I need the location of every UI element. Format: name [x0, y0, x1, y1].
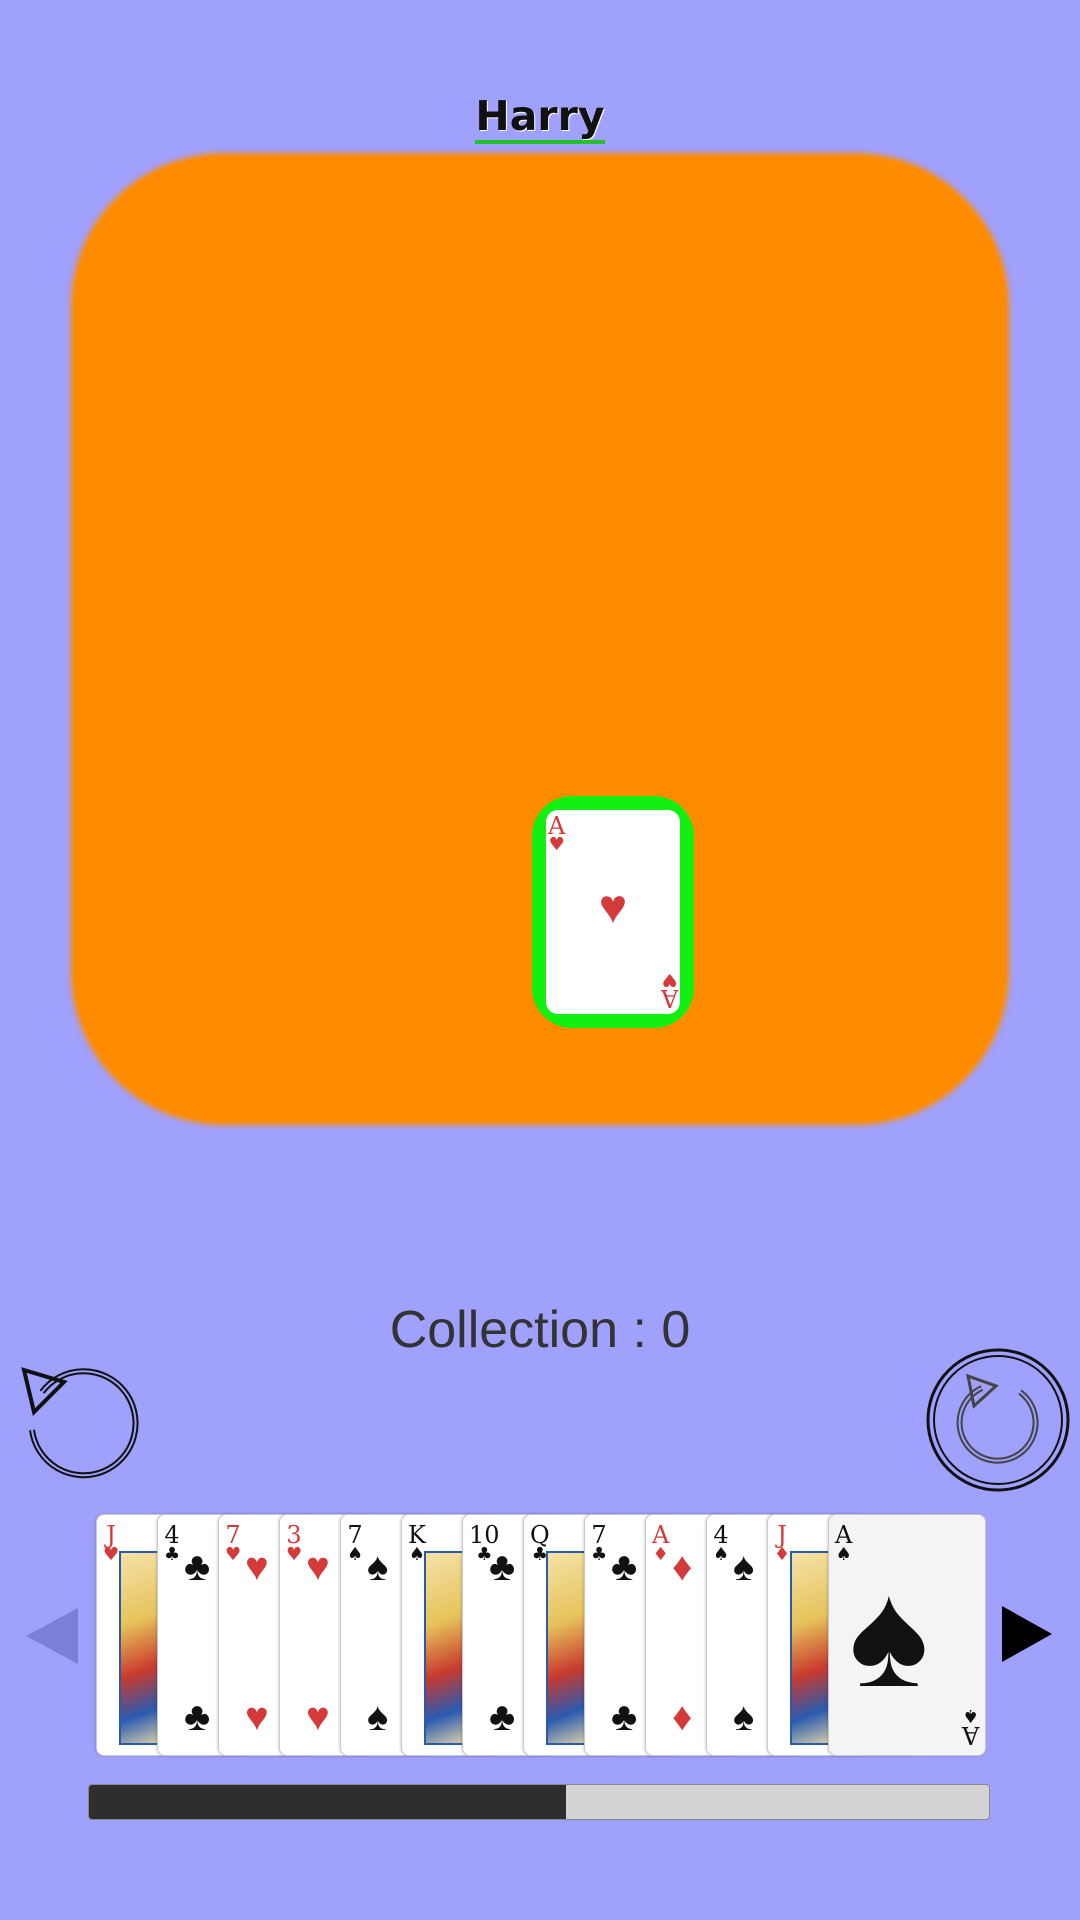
card-index: J ♦	[774, 1521, 791, 1565]
played-card-corner-top: A ♥	[548, 812, 566, 855]
suit-pip-icon: ♥	[306, 1695, 330, 1739]
card-index: 7 ♥	[225, 1521, 242, 1565]
hand-scrollbar[interactable]	[88, 1784, 990, 1820]
suit-pip-icon: ♠	[367, 1545, 389, 1589]
suit-pip-icon: ♣	[184, 1695, 211, 1739]
game-table: A ♥ ♥ A ♥	[74, 156, 1006, 1122]
suit-pip-icon: ♣	[489, 1545, 516, 1589]
suit-pip-icon: ♥	[306, 1545, 330, 1589]
redo-button[interactable]	[924, 1346, 1072, 1494]
played-card[interactable]: A ♥ ♥ A ♥	[532, 796, 694, 1028]
suit-pip-icon: ♠	[367, 1695, 389, 1739]
scroll-left-arrow-icon[interactable]	[26, 1608, 78, 1664]
card-index: 4 ♠	[713, 1521, 730, 1565]
played-card-face: A ♥ ♥ A ♥	[546, 810, 680, 1014]
card-index: 4 ♣	[164, 1521, 181, 1565]
card-index: 3 ♥	[286, 1521, 303, 1565]
card-index: 7 ♣	[591, 1521, 608, 1565]
card-index: A ♦	[652, 1521, 670, 1565]
scroll-right-arrow-icon[interactable]	[1002, 1606, 1052, 1662]
spade-pip-icon: ♠	[849, 1550, 929, 1718]
suit-pip-icon: ♦	[672, 1545, 693, 1589]
undo-button[interactable]	[18, 1352, 146, 1480]
suit-pip-icon: ♣	[611, 1545, 638, 1589]
hand-card[interactable]: A ♠ ♠ A ♠	[828, 1514, 986, 1756]
suit-pip-icon: ♠	[733, 1545, 755, 1589]
redo-icon	[926, 1348, 1070, 1492]
collection-counter: Collection : 0	[389, 1301, 691, 1359]
suit-pip-icon: ♣	[184, 1545, 211, 1589]
card-index: J ♥	[103, 1521, 120, 1565]
undo-icon	[21, 1367, 139, 1479]
suit-pip-icon: ♦	[672, 1695, 693, 1739]
suit-pip-icon: ♣	[611, 1695, 638, 1739]
played-card-corner-bottom: A ♥	[660, 969, 678, 1012]
suit-pip-icon: ♣	[489, 1695, 516, 1739]
player-name: Harry	[0, 92, 1080, 144]
card-index-bottom: A ♠	[961, 1705, 979, 1749]
suit-pip-icon: ♠	[733, 1695, 755, 1739]
player-hand: J ♥ 4 ♣ ♣ ♣ 7 ♥ ♥ ♥ 3 ♥ ♥ ♥ 7 ♠ ♠ ♠ K ♠ 10 ♣ ♣ ♣ Q ♣ 7 ♣ ♣ ♣ A ♦ ♦ ♦ 4 ♠ ♠ ♠ J…	[96, 1514, 986, 1756]
suit-pip-icon: ♥	[245, 1545, 269, 1589]
card-index: 7 ♠	[347, 1521, 364, 1565]
hand-scrollbar-thumb[interactable]	[89, 1785, 566, 1819]
suit-pip-icon: ♥	[245, 1695, 269, 1739]
player-name-label: Harry	[475, 92, 605, 144]
heart-pip-icon: ♥	[598, 881, 628, 934]
